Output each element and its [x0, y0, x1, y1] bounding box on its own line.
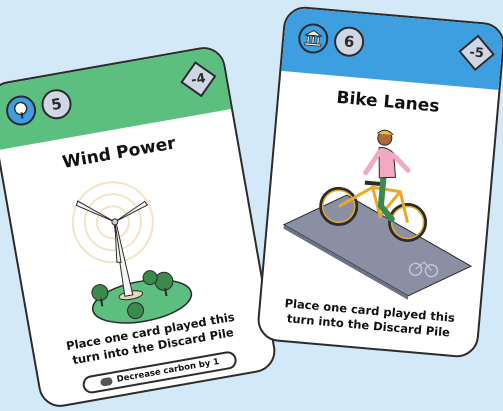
wind-turbine-illustration [71, 181, 193, 324]
card-title: Bike Lanes [335, 87, 441, 117]
impact-value: -5 [468, 44, 485, 61]
cost-value: 6 [343, 32, 356, 52]
carbon-cloud-icon [99, 376, 113, 387]
impact-value: -4 [189, 70, 207, 88]
effect-text: Decrease carbon by 1 [116, 356, 220, 385]
card-bike-lanes[interactable]: 6 -5 Bike Lanes Place one card played th… [255, 4, 503, 360]
bike-lane-illustration [282, 129, 473, 300]
cost-value: 5 [49, 94, 64, 115]
card-wind-power[interactable]: 5 -4 Wind Power Place one card played th… [0, 43, 279, 411]
